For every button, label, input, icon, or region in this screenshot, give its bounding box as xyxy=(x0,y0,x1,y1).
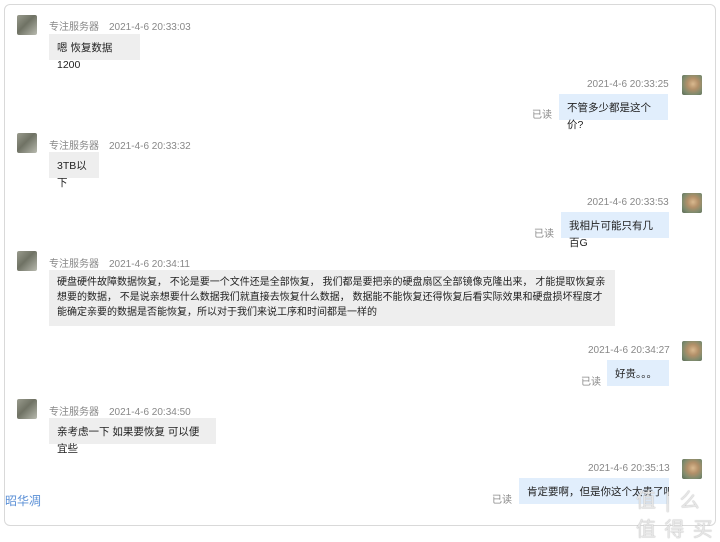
read-status: 已读 xyxy=(581,377,601,388)
timestamp: 2021-4-6 20:33:53 xyxy=(587,197,669,208)
read-status: 已读 xyxy=(532,110,552,121)
timestamp: 2021-4-6 20:34:11 xyxy=(109,259,190,270)
message-bubble[interactable]: 亲考虑一下 如果要恢复 可以便宜些 xyxy=(49,418,216,455)
message-meta: 专注服务器 2021-4-6 20:33:32 xyxy=(49,137,191,152)
watermark-left: 昭华凋 xyxy=(5,494,42,508)
timestamp: 2021-4-6 20:33:03 xyxy=(109,22,191,33)
timestamp: 2021-4-6 20:35:13 xyxy=(588,463,670,474)
message-bubble[interactable]: 我相片可能只有几百G xyxy=(561,212,669,249)
read-status: 已读 xyxy=(492,495,512,506)
timestamp: 2021-4-6 20:34:27 xyxy=(588,345,670,356)
timestamp: 2021-4-6 20:34:50 xyxy=(109,407,191,418)
sender-name: 专注服务器 xyxy=(49,22,99,33)
sender-name: 专注服务器 xyxy=(49,259,99,270)
read-status: 已读 xyxy=(534,229,554,240)
message-bubble[interactable]: 3TB以下 xyxy=(49,152,99,189)
user-avatar[interactable] xyxy=(682,341,702,361)
sender-name: 专注服务器 xyxy=(49,141,99,152)
user-avatar[interactable] xyxy=(682,193,702,213)
sender-avatar[interactable] xyxy=(17,133,37,153)
watermark-logo: 值 | 么 值 得 买 xyxy=(636,488,714,541)
message-meta: 专注服务器 2021-4-6 20:34:50 xyxy=(49,403,191,418)
user-avatar[interactable] xyxy=(682,75,702,95)
message-bubble[interactable]: 嗯 恢复数据 1200 xyxy=(49,34,140,71)
timestamp: 2021-4-6 20:33:25 xyxy=(587,79,669,90)
message-bubble[interactable]: 不管多少都是这个价? xyxy=(559,94,668,131)
sender-name: 专注服务器 xyxy=(49,407,99,418)
sender-avatar[interactable] xyxy=(17,251,37,271)
message-meta: 专注服务器 2021-4-6 20:34:11 xyxy=(49,255,190,270)
message-bubble[interactable]: 好贵。。。 xyxy=(607,360,669,386)
user-avatar[interactable] xyxy=(682,459,702,479)
sender-avatar[interactable] xyxy=(17,399,37,419)
message-meta: 专注服务器 2021-4-6 20:33:03 xyxy=(49,18,191,33)
message-bubble[interactable]: 硬盘硬件故障数据恢复， 不论是要一个文件还是全部恢复， 我们都是要把亲的硬盘扇区… xyxy=(49,270,615,326)
timestamp: 2021-4-6 20:33:32 xyxy=(109,141,191,152)
sender-avatar[interactable] xyxy=(17,15,37,35)
